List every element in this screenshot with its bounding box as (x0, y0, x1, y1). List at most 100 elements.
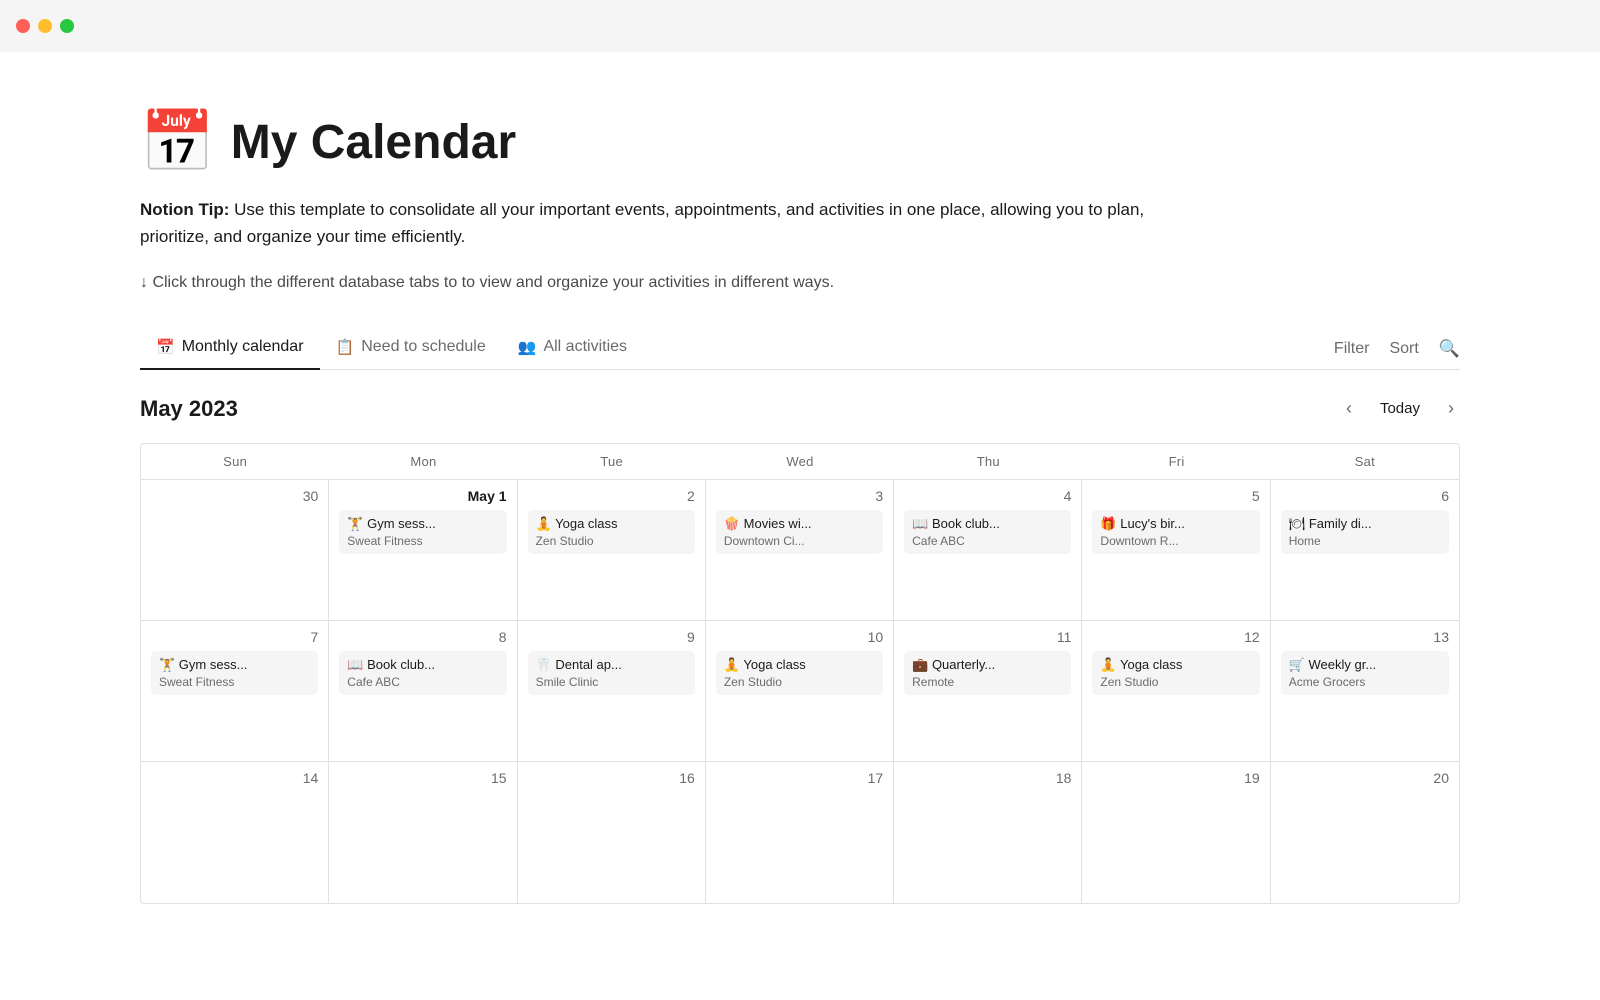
event-location: Remote (912, 675, 1063, 689)
event-card[interactable]: 🏋 Gym sess...Sweat Fitness (151, 651, 318, 695)
event-title: 🧘 Yoga class (724, 657, 875, 673)
cell-date: 7 (151, 629, 318, 645)
calendar-cell-0-3[interactable]: 3 🍿 Movies wi...Downtown Ci... (706, 480, 894, 620)
tab-need-to-schedule[interactable]: 📋 Need to schedule (320, 328, 502, 370)
calendar-cell-2-6[interactable]: 20 (1271, 762, 1459, 903)
event-card[interactable]: 🍽 Family di...Home (1281, 510, 1449, 554)
prev-month-button[interactable]: ‹ (1340, 394, 1358, 423)
event-card[interactable]: 🏋 Gym sess... Sweat Fitness (339, 510, 506, 554)
event-title: 🏋 Gym sess... (159, 657, 310, 673)
calendar-cell-2-0[interactable]: 14 (141, 762, 329, 903)
tabs-actions: Filter Sort 🔍 (1334, 339, 1460, 359)
event-card[interactable]: 🧘 Yoga class Zen Studio (1092, 651, 1259, 695)
nav-controls: ‹ Today › (1340, 394, 1460, 423)
cell-date: 16 (528, 770, 695, 786)
event-title: 🍿 Movies wi... (724, 516, 875, 532)
cell-date: 12 (1092, 629, 1259, 645)
cell-date: 15 (339, 770, 506, 786)
cell-date: 11 (904, 629, 1071, 645)
calendar-cell-0-0[interactable]: 30 (141, 480, 329, 620)
tab-all-activities[interactable]: 👥 All activities (502, 328, 643, 370)
today-button[interactable]: Today (1370, 396, 1430, 421)
day-header-sat: Sat (1271, 444, 1459, 479)
calendar-cell-1-6[interactable]: 13🛒 Weekly gr...Acme Grocers (1271, 621, 1459, 761)
event-location: Zen Studio (536, 534, 687, 548)
calendar-cell-0-2[interactable]: 2🧘 Yoga classZen Studio (518, 480, 706, 620)
event-location: Downtown R... (1100, 534, 1251, 548)
cell-date: May 1 (339, 488, 506, 504)
calendar-cell-0-1[interactable]: May 1 🏋 Gym sess... Sweat Fitness (329, 480, 517, 620)
maximize-button[interactable] (60, 19, 74, 33)
minimize-button[interactable] (38, 19, 52, 33)
calendar-week-0: 30 May 1 🏋 Gym sess... Sweat Fitness 2🧘 Yoga… (141, 480, 1459, 621)
tabs-left: 📅 Monthly calendar 📋 Need to schedule 👥 … (140, 328, 1334, 369)
calendar-cell-0-5[interactable]: 5🎁 Lucy's bir...Downtown R... (1082, 480, 1270, 620)
event-location: Cafe ABC (347, 675, 498, 689)
next-month-button[interactable]: › (1442, 394, 1460, 423)
event-location: Sweat Fitness (347, 534, 498, 548)
calendar-cell-0-6[interactable]: 6🍽 Family di...Home (1271, 480, 1459, 620)
event-title: 🛒 Weekly gr... (1289, 657, 1441, 673)
calendar-cell-0-4[interactable]: 4 📖 Book club... Cafe ABC (894, 480, 1082, 620)
calendar-header-row: Sun Mon Tue Wed Thu Fri Sat (141, 444, 1459, 480)
event-location: Cafe ABC (912, 534, 1063, 548)
page-title: My Calendar (231, 115, 516, 170)
event-location: Zen Studio (724, 675, 875, 689)
event-title: 🏋 Gym sess... (347, 516, 498, 532)
calendar-cell-1-1[interactable]: 8 📖 Book club... Cafe ABC (329, 621, 517, 761)
calendar-grid: Sun Mon Tue Wed Thu Fri Sat 30 May 1 🏋 Gym… (140, 443, 1460, 904)
cell-date: 17 (716, 770, 883, 786)
calendar-cell-1-0[interactable]: 7 🏋 Gym sess...Sweat Fitness (141, 621, 329, 761)
calendar-week-2: 14 15 16 17 18 19 20 (141, 762, 1459, 903)
event-title: 📖 Book club... (912, 516, 1063, 532)
calendar-week-1: 7 🏋 Gym sess...Sweat Fitness 8 📖 Book club.… (141, 621, 1459, 762)
instruction-text: ↓ Click through the different database t… (140, 274, 1460, 292)
event-title: 🧘 Yoga class (1100, 657, 1251, 673)
cell-date: 3 (716, 488, 883, 504)
event-location: Acme Grocers (1289, 675, 1441, 689)
calendar-cell-2-5[interactable]: 19 (1082, 762, 1270, 903)
calendar-cell-1-4[interactable]: 11 💼 Quarterly... Remote (894, 621, 1082, 761)
tab-monthly-calendar[interactable]: 📅 Monthly calendar (140, 328, 320, 370)
calendar-cell-2-4[interactable]: 18 (894, 762, 1082, 903)
event-location: Home (1289, 534, 1441, 548)
event-card[interactable]: 🧘 Yoga class Zen Studio (716, 651, 883, 695)
event-card[interactable]: 📖 Book club... Cafe ABC (904, 510, 1071, 554)
close-button[interactable] (16, 19, 30, 33)
day-header-wed: Wed (706, 444, 894, 479)
cell-date: 9 (528, 629, 695, 645)
calendar-cell-1-3[interactable]: 10🧘 Yoga classZen Studio (706, 621, 894, 761)
calendar-cell-2-3[interactable]: 17 (706, 762, 894, 903)
clipboard-icon: 📋 (336, 338, 355, 356)
cell-date: 19 (1092, 770, 1259, 786)
cell-date: 4 (904, 488, 1071, 504)
page-header: 📅 My Calendar (140, 112, 1460, 172)
event-title: 💼 Quarterly... (912, 657, 1063, 673)
main-content: 📅 My Calendar Notion Tip: Use this templ… (0, 52, 1600, 944)
event-card[interactable]: 💼 Quarterly... Remote (904, 651, 1071, 695)
cell-date: 8 (339, 629, 506, 645)
calendar-cell-1-5[interactable]: 12 🧘 Yoga class Zen Studio (1082, 621, 1270, 761)
event-card[interactable]: 📖 Book club... Cafe ABC (339, 651, 506, 695)
calendar-nav: May 2023 ‹ Today › (140, 394, 1460, 423)
event-location: Zen Studio (1100, 675, 1251, 689)
calendar-cell-2-2[interactable]: 16 (518, 762, 706, 903)
cell-date: 20 (1281, 770, 1449, 786)
tab-all-label: All activities (543, 338, 627, 356)
event-title: 📖 Book club... (347, 657, 498, 673)
event-card[interactable]: 🧘 Yoga classZen Studio (528, 510, 695, 554)
event-card[interactable]: 🍿 Movies wi...Downtown Ci... (716, 510, 883, 554)
event-card[interactable]: 🛒 Weekly gr... Acme Grocers (1281, 651, 1449, 695)
tabs-container: 📅 Monthly calendar 📋 Need to schedule 👥 … (140, 328, 1460, 370)
day-header-thu: Thu (894, 444, 1082, 479)
calendar-cell-2-1[interactable]: 15 (329, 762, 517, 903)
event-card[interactable]: 🦷 Dental ap...Smile Clinic (528, 651, 695, 695)
event-card[interactable]: 🎁 Lucy's bir... Downtown R... (1092, 510, 1259, 554)
day-header-fri: Fri (1082, 444, 1270, 479)
filter-button[interactable]: Filter (1334, 340, 1370, 358)
search-icon[interactable]: 🔍 (1439, 339, 1460, 359)
sort-button[interactable]: Sort (1389, 340, 1418, 358)
calendar-cell-1-2[interactable]: 9 🦷 Dental ap...Smile Clinic (518, 621, 706, 761)
calendar-grid-icon: 📅 (156, 338, 175, 356)
event-title: 🎁 Lucy's bir... (1100, 516, 1251, 532)
